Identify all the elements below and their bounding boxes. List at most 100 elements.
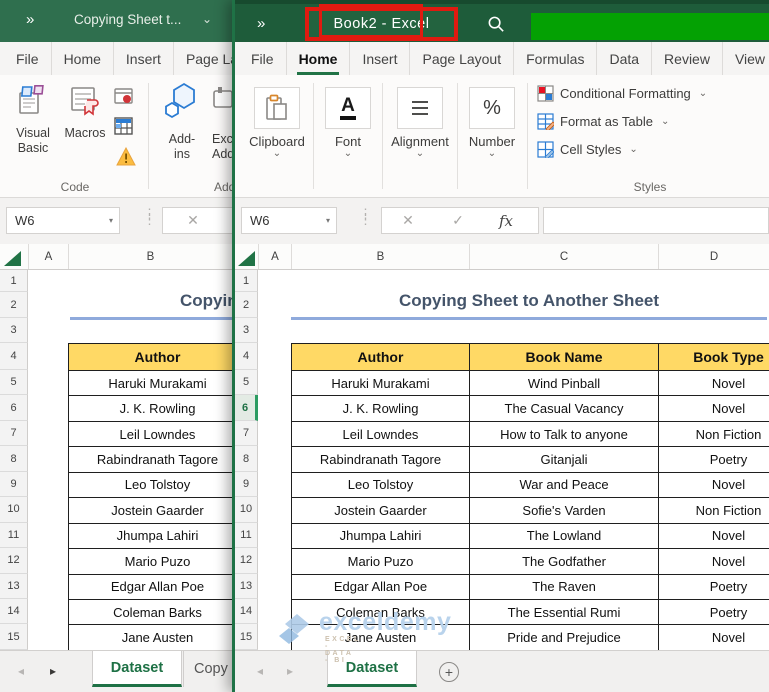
row-header-15[interactable]: 15 — [0, 624, 28, 649]
table-cell[interactable]: Coleman Barks — [292, 600, 470, 625]
table-cell[interactable]: Edgar Allan Poe — [292, 575, 470, 600]
row-header-12[interactable]: 12 — [0, 548, 28, 573]
table-cell[interactable]: Edgar Allan Poe — [69, 575, 232, 600]
row-header-2[interactable]: 2 — [0, 292, 28, 318]
row-header-14[interactable]: 14 — [235, 599, 258, 624]
column-header-A[interactable]: A — [258, 244, 291, 269]
column-header-D[interactable]: D — [658, 244, 769, 269]
row-header-13[interactable]: 13 — [235, 574, 258, 599]
name-box-dropdown-icon[interactable]: ▾ — [109, 216, 113, 225]
table-cell[interactable]: Leil Lowndes — [69, 422, 232, 447]
table-header-cell[interactable]: Book Name — [470, 344, 659, 371]
table-cell[interactable]: The Godfather — [470, 549, 659, 574]
row-header-2[interactable]: 2 — [235, 292, 258, 318]
sheet-tab-copy[interactable]: Copy — [183, 651, 232, 687]
row-header-11[interactable]: 11 — [0, 523, 28, 548]
table-cell[interactable]: Novel — [659, 625, 769, 650]
ribbon-tab-view[interactable]: View — [722, 42, 769, 75]
table-cell[interactable]: The Essential Rumi — [470, 600, 659, 625]
row-header-12[interactable]: 12 — [235, 548, 258, 573]
table-cell[interactable]: Poetry — [659, 600, 769, 625]
row-header-9[interactable]: 9 — [235, 472, 258, 497]
macros-button[interactable]: Macros — [60, 85, 110, 141]
ribbon-tab-review[interactable]: Review — [651, 42, 722, 75]
row-header-8[interactable]: 8 — [235, 446, 258, 471]
add-ins-button[interactable]: Add- ins — [156, 81, 208, 162]
quick-access-overflow-icon[interactable]: » — [257, 15, 266, 32]
column-header-A[interactable]: A — [28, 244, 68, 269]
table-cell[interactable]: Novel — [659, 473, 769, 498]
warning-icon[interactable] — [116, 147, 136, 167]
row-header-11[interactable]: 11 — [235, 523, 258, 548]
title-dropdown-icon[interactable]: ⌄ — [202, 12, 212, 26]
quick-access-overflow-icon[interactable]: » — [26, 11, 35, 28]
table-cell[interactable]: Wind Pinball — [470, 371, 659, 396]
ribbon-tab-file[interactable]: File — [4, 42, 51, 75]
row-header-14[interactable]: 14 — [0, 599, 28, 624]
column-header-B[interactable]: B — [68, 244, 232, 269]
sheet-title-cell[interactable]: Copying Sheet to Another Sheet — [180, 291, 232, 317]
record-macro-icon[interactable] — [114, 87, 134, 107]
table-cell[interactable]: Novel — [659, 371, 769, 396]
new-sheet-button[interactable]: + — [439, 662, 459, 682]
table-cell[interactable]: The Casual Vacancy — [470, 396, 659, 421]
ribbon-tab-file[interactable]: File — [239, 42, 286, 75]
cell-styles-button[interactable]: Cell Styles ⌄ — [537, 141, 638, 158]
sheet-tab-dataset[interactable]: Dataset — [92, 651, 182, 687]
sheet-nav-left-icon[interactable]: ◂ — [18, 664, 24, 678]
table-cell[interactable]: Haruki Murakami — [292, 371, 470, 396]
ribbon-tab-data[interactable]: Data — [596, 42, 651, 75]
select-all-corner[interactable] — [238, 251, 255, 266]
table-cell[interactable]: Rabindranath Tagore — [69, 447, 232, 472]
ribbon-tab-formulas[interactable]: Formulas — [513, 42, 596, 75]
table-cell[interactable]: Leo Tolstoy — [69, 473, 232, 498]
ribbon-tab-home[interactable]: Home — [51, 42, 113, 75]
select-all-corner[interactable] — [4, 251, 21, 266]
table-header-cell[interactable]: Author — [292, 344, 470, 371]
table-cell[interactable]: War and Peace — [470, 473, 659, 498]
row-header-7[interactable]: 7 — [0, 421, 28, 446]
sheet-title-cell[interactable]: Copying Sheet to Another Sheet — [291, 291, 767, 317]
row-header-1[interactable]: 1 — [0, 270, 28, 292]
table-cell[interactable]: Novel — [659, 524, 769, 549]
insert-function-icon[interactable]: fx — [482, 212, 530, 230]
cancel-icon[interactable]: ✕ — [382, 212, 434, 229]
table-cell[interactable]: Jane Austen — [292, 625, 470, 650]
sheet-nav-right-icon[interactable]: ▸ — [50, 664, 56, 678]
sheet-nav-right-icon[interactable]: ▸ — [287, 664, 293, 678]
table-cell[interactable]: Jostein Gaarder — [292, 498, 470, 523]
row-header-1[interactable]: 1 — [235, 270, 258, 292]
table-cell[interactable]: Novel — [659, 396, 769, 421]
table-cell[interactable]: J. K. Rowling — [292, 396, 470, 421]
row-header-10[interactable]: 10 — [0, 497, 28, 522]
table-cell[interactable]: Non Fiction — [659, 422, 769, 447]
ribbon-tab-home[interactable]: Home — [286, 42, 350, 75]
search-icon[interactable] — [487, 15, 506, 34]
table-cell[interactable]: The Raven — [470, 575, 659, 600]
table-cell[interactable]: Leil Lowndes — [292, 422, 470, 447]
table-cell[interactable]: Pride and Prejudice — [470, 625, 659, 650]
row-header-5[interactable]: 5 — [0, 370, 28, 395]
table-cell[interactable]: Poetry — [659, 575, 769, 600]
row-header-8[interactable]: 8 — [0, 446, 28, 471]
number-group-button[interactable]: % Number ⌄ — [461, 87, 523, 159]
row-header-6[interactable]: 6 — [235, 395, 258, 420]
format-as-table-button[interactable]: Format as Table ⌄ — [537, 113, 669, 130]
name-box[interactable]: W6 ▾ — [6, 207, 120, 234]
excel-add-ins-button[interactable]: Excel Add-ins — [212, 81, 232, 162]
row-header-4[interactable]: 4 — [235, 343, 258, 370]
table-cell[interactable]: Jhumpa Lahiri — [69, 524, 232, 549]
table-cell[interactable]: Rabindranath Tagore — [292, 447, 470, 472]
alignment-group-button[interactable]: Alignment ⌄ — [386, 87, 454, 159]
table-cell[interactable]: Sofie's Varden — [470, 498, 659, 523]
table-cell[interactable]: Gitanjali — [470, 447, 659, 472]
row-header-6[interactable]: 6 — [0, 395, 28, 420]
table-cell[interactable]: Novel — [659, 549, 769, 574]
clipboard-group-button[interactable]: Clipboard ⌄ — [245, 87, 309, 159]
formula-bar-splitter[interactable]: ⋮⋮ — [143, 211, 153, 223]
table-header-cell[interactable]: Book Type — [659, 344, 769, 371]
row-header-10[interactable]: 10 — [235, 497, 258, 522]
visual-basic-button[interactable]: Visual Basic — [8, 85, 58, 156]
formula-bar-input[interactable] — [543, 207, 769, 234]
table-properties-icon[interactable] — [114, 117, 134, 137]
